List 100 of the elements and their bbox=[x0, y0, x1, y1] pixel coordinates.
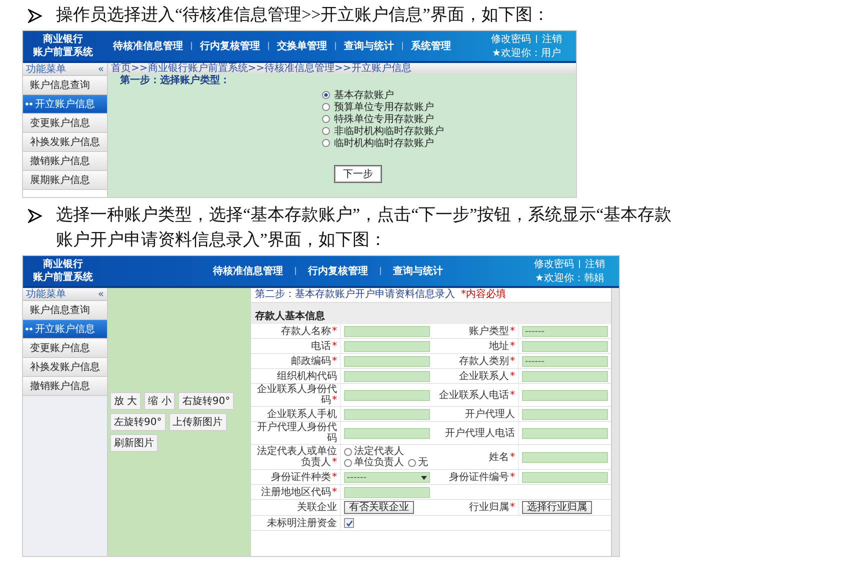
double-dot-icon bbox=[25, 102, 33, 106]
nav-menu-item[interactable]: 行内复核管理 bbox=[308, 264, 368, 278]
sidebar-menu-item[interactable]: 变更账户信息 bbox=[23, 114, 107, 133]
next-step-button[interactable]: 下一步 bbox=[334, 165, 382, 183]
dropdown-field[interactable]: ------ bbox=[344, 472, 430, 482]
field-label: 身份证件种类* bbox=[271, 472, 337, 482]
input-field[interactable] bbox=[522, 472, 608, 482]
header-link[interactable]: 修改密码 bbox=[534, 258, 574, 270]
radio-button[interactable] bbox=[322, 139, 330, 147]
radio-button[interactable] bbox=[344, 448, 352, 456]
sidebar-menu-item[interactable]: 撤销账户信息 bbox=[23, 152, 107, 171]
select-button[interactable]: 有否关联企业 bbox=[344, 501, 414, 514]
sidebar-menu-item[interactable]: 展期账户信息 bbox=[23, 171, 107, 190]
field-label: 电话* bbox=[311, 340, 337, 352]
step-title: 第一步：选择账户类型： bbox=[120, 75, 230, 87]
radio-button[interactable] bbox=[322, 91, 330, 99]
field-label: 企业联系人手机 bbox=[267, 408, 337, 420]
nav-menu-item[interactable]: 查询与统计 bbox=[344, 39, 394, 53]
system-logo-text: 账户前置系统 bbox=[33, 271, 93, 284]
input-field[interactable] bbox=[522, 370, 608, 382]
field-label: 邮政编码* bbox=[291, 356, 337, 366]
collapse-toggle[interactable]: « bbox=[98, 64, 104, 74]
radio-button[interactable] bbox=[322, 127, 330, 135]
checkbox[interactable] bbox=[344, 518, 354, 528]
input-field[interactable] bbox=[344, 486, 430, 498]
field-label: 未标明注册资金 bbox=[267, 518, 337, 528]
field-label: 存款人名称* bbox=[281, 326, 337, 336]
sidebar-menu-item[interactable]: 开立账户信息 bbox=[23, 320, 107, 339]
field-label: 存款人类别* bbox=[459, 356, 515, 366]
radio-label: 基本存款账户 bbox=[334, 90, 394, 100]
system-logo-text: 商业银行 bbox=[43, 33, 83, 46]
radio-button[interactable] bbox=[408, 458, 416, 466]
double-dot-icon bbox=[25, 327, 33, 331]
select-button[interactable]: 选择行业归属 bbox=[522, 501, 592, 514]
field-label: 企业联系人电话* bbox=[439, 390, 515, 400]
welcome-text: ★欢迎你：韩娟 bbox=[535, 272, 604, 284]
input-field[interactable] bbox=[344, 428, 430, 438]
nav-menu-item[interactable]: 交换单管理 bbox=[277, 39, 327, 53]
system-logo-text: 账户前置系统 bbox=[33, 46, 93, 59]
nav-menu-item[interactable]: 行内复核管理 bbox=[200, 39, 260, 53]
sidebar-menu-item[interactable]: 变更账户信息 bbox=[23, 339, 107, 358]
input-field[interactable] bbox=[522, 390, 608, 400]
input-field[interactable] bbox=[522, 408, 608, 420]
radio-button[interactable] bbox=[322, 103, 330, 111]
radio-label: 特殊单位专用存款账户 bbox=[334, 114, 434, 124]
sidebar-menu-item[interactable]: 账户信息查询 bbox=[23, 76, 107, 95]
input-field[interactable] bbox=[522, 428, 608, 438]
collapse-toggle[interactable]: « bbox=[98, 288, 104, 300]
radio-label: 临时机构临时存款账户 bbox=[334, 138, 434, 148]
sidebar-menu-item[interactable]: 补换发账户信息 bbox=[23, 358, 107, 377]
nav-menu-item[interactable]: 待核准信息管理 bbox=[213, 264, 283, 278]
field-label: 开户代理人身份代码 bbox=[256, 422, 337, 444]
paragraph-text: 账户开户申请资料信息录入”界面，如下图： bbox=[56, 229, 388, 251]
required-note: *内容必填 bbox=[461, 289, 506, 301]
nav-menu-item[interactable]: 系统管理 bbox=[411, 39, 451, 53]
paragraph-text: 操作员选择进入“待核准信息管理>>开立账户信息”界面，如下图： bbox=[56, 4, 550, 26]
radio-button[interactable] bbox=[322, 115, 330, 123]
field-label: 开户代理人 bbox=[465, 408, 515, 420]
image-tool-button[interactable]: 刷新图片 bbox=[110, 434, 158, 452]
input-field[interactable] bbox=[522, 452, 608, 462]
input-field[interactable] bbox=[522, 340, 608, 352]
sidebar-title: 功能菜单 bbox=[26, 64, 66, 74]
nav-menu-item[interactable]: 查询与统计 bbox=[393, 264, 443, 278]
field-label: 地址* bbox=[489, 340, 515, 352]
radio-button[interactable] bbox=[344, 458, 352, 466]
input-field[interactable]: ------ bbox=[522, 356, 608, 366]
sidebar-title: 功能菜单 bbox=[26, 288, 66, 300]
image-tool-button[interactable]: 左旋转90° bbox=[110, 413, 166, 431]
field-label: 行业归属* bbox=[469, 502, 515, 513]
radio-label: 单位负责人 bbox=[354, 457, 404, 468]
input-field[interactable] bbox=[344, 390, 430, 400]
field-label: 注册地地区代码* bbox=[261, 486, 337, 498]
field-label: 账户类型* bbox=[469, 326, 515, 336]
radio-label: 非临时机构临时存款账户 bbox=[334, 126, 444, 136]
radio-label: 预算单位专用存款账户 bbox=[334, 102, 434, 112]
sidebar-menu-item[interactable]: 账户信息查询 bbox=[23, 301, 107, 320]
image-tool-button[interactable]: 上传新图片 bbox=[168, 413, 227, 431]
sidebar-menu-item[interactable]: 开立账户信息 bbox=[23, 95, 107, 114]
input-field[interactable] bbox=[344, 408, 430, 420]
breadcrumb-text: 首页>>商业银行账户前置系统>>待核准信息管理>>开立账户信息 bbox=[111, 64, 412, 74]
scrollbar[interactable] bbox=[611, 288, 619, 556]
input-field[interactable]: ------ bbox=[522, 326, 608, 336]
system-logo-text: 商业银行 bbox=[43, 258, 83, 271]
image-tool-button[interactable]: 右旋转90° bbox=[178, 392, 234, 410]
sidebar-menu-item[interactable]: 撤销账户信息 bbox=[23, 377, 107, 396]
radio-label: 法定代表人 bbox=[354, 446, 404, 457]
input-field[interactable] bbox=[344, 326, 430, 336]
input-field[interactable] bbox=[344, 370, 430, 382]
paragraph-text: 选择一种账户类型，选择“基本存款账户”，点击“下一步”按钮，系统显示“基本存款 bbox=[56, 204, 672, 226]
input-field[interactable] bbox=[344, 340, 430, 352]
field-label: 身份证件编号* bbox=[449, 472, 515, 482]
header-link[interactable]: 修改密码 bbox=[491, 34, 531, 44]
image-tool-button[interactable]: 缩 小 bbox=[144, 392, 176, 410]
sidebar-menu-item[interactable]: 补换发账户信息 bbox=[23, 133, 107, 152]
field-label: 开户代理人电话 bbox=[445, 428, 515, 438]
image-tool-button[interactable]: 放 大 bbox=[110, 392, 142, 410]
arrow-bullet-icon bbox=[28, 209, 42, 223]
nav-menu-item[interactable]: 待核准信息管理 bbox=[113, 39, 183, 53]
input-field[interactable] bbox=[344, 356, 430, 366]
arrow-bullet-icon bbox=[28, 9, 42, 23]
